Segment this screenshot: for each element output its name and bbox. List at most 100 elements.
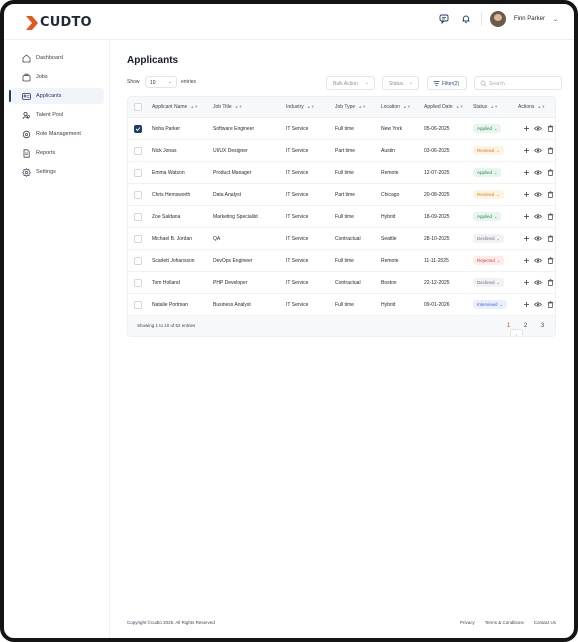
contact-link[interactable]: Contact Us (534, 620, 556, 625)
entries-select[interactable]: 10 ⌄ (145, 76, 177, 88)
status-badge[interactable]: Rejected ⌄ (473, 256, 505, 265)
status-filter-label: Status (389, 81, 404, 87)
trash-icon[interactable] (546, 257, 554, 265)
eye-icon[interactable] (534, 235, 542, 243)
eye-icon[interactable] (534, 169, 542, 177)
privacy-link[interactable]: Privacy (460, 620, 475, 625)
status-badge[interactable]: Declined ⌄ (473, 278, 504, 287)
terms-link[interactable]: Terms & Conditions (485, 620, 524, 625)
eye-icon[interactable] (534, 125, 542, 133)
status-badge[interactable]: Applied ⌄ (473, 168, 502, 177)
trash-icon[interactable] (546, 191, 554, 199)
eye-icon[interactable] (534, 301, 542, 309)
status-badge[interactable]: Applied ⌄ (473, 124, 502, 133)
user-name[interactable]: Finn Parker (514, 16, 545, 22)
sidebar-item-applicants[interactable]: Applicants (9, 88, 104, 104)
col-job-title[interactable]: Job Title ▲▼ (213, 97, 243, 117)
actions-cell (522, 228, 554, 249)
trash-icon[interactable] (546, 125, 554, 133)
status-badge[interactable]: Applied ⌄ (473, 212, 502, 221)
trash-icon[interactable] (546, 279, 554, 287)
trash-icon[interactable] (546, 169, 554, 177)
col-industry[interactable]: Industry ▲▼ (286, 97, 315, 117)
status-badge[interactable]: Interviewd ⌄ (473, 300, 507, 309)
add-icon[interactable] (522, 191, 530, 199)
sidebar-item-talent-pool[interactable]: Talent Pool (12, 107, 104, 123)
eye-icon[interactable] (534, 279, 542, 287)
row-checkbox[interactable] (134, 146, 142, 155)
row-checkbox[interactable] (134, 168, 142, 177)
eye-icon[interactable] (534, 147, 542, 155)
sidebar-item-settings[interactable]: Settings (12, 164, 104, 180)
row-checkbox[interactable] (134, 212, 142, 221)
table-row[interactable]: Chris Hemsworth Data Analyst IT Service Par… (128, 184, 555, 206)
col-job-type[interactable]: Job Type ▲▼ (335, 97, 366, 117)
column-label: Applied Date (424, 104, 453, 110)
search-input[interactable]: Search (474, 76, 562, 90)
sidebar-item-role-management[interactable]: Role Management (12, 126, 104, 142)
status-cell: Interviewd ⌄ (473, 294, 507, 315)
eye-icon[interactable] (534, 213, 542, 221)
add-icon[interactable] (522, 301, 530, 309)
eye-icon[interactable] (534, 191, 542, 199)
applicant-name-cell: Chris Hemsworth (152, 191, 191, 198)
job-type-cell: Contractual (335, 279, 361, 286)
table-row[interactable]: Michael B. Jordan QA IT Service Contractual… (128, 228, 555, 250)
table-row[interactable]: Zoe Saldana Marketing Specialist IT Servic… (128, 206, 555, 228)
table-row[interactable]: Tom Holland PHP Developer IT Service Contra… (128, 272, 555, 294)
table-row[interactable]: Scarlett Johansson DevOps Engineer IT Serv… (128, 250, 555, 272)
row-checkbox[interactable] (134, 256, 142, 265)
trash-icon[interactable] (546, 213, 554, 221)
col-applicant-name[interactable]: Applicant Name ▲▼ (152, 97, 198, 117)
table-row[interactable]: Emma Watson Product Manager IT Service Full… (128, 162, 555, 184)
status-filter-select[interactable]: Status ⌄ (382, 76, 419, 90)
row-checkbox[interactable] (134, 278, 142, 287)
industry-cell: IT Service (286, 147, 309, 154)
col-location[interactable]: Location ▲▼ (381, 97, 411, 117)
chevron-down-icon[interactable]: ⌄ (553, 16, 558, 23)
brand-logo[interactable]: CUDTO (26, 15, 92, 30)
row-checkbox[interactable] (134, 300, 142, 309)
col-status[interactable]: Status ▲▼ (473, 97, 498, 117)
col-actions[interactable]: Actions ▲▼ (518, 97, 545, 117)
actions-cell (522, 162, 554, 183)
table-row[interactable]: Nick Jonas UI/UX Designer IT Service Part t… (128, 140, 555, 162)
sidebar-item-jobs[interactable]: Jobs (12, 69, 104, 85)
page-3-button[interactable]: 3 (536, 319, 549, 332)
chevron-right-icon[interactable]: › (510, 329, 523, 336)
trash-icon[interactable] (546, 235, 554, 243)
avatar[interactable] (489, 11, 506, 27)
add-icon[interactable] (522, 279, 530, 287)
row-checkbox[interactable] (134, 124, 142, 133)
table-row[interactable]: Noha Parker Software Engineer IT Service Fu… (128, 118, 555, 140)
add-icon[interactable] (522, 169, 530, 177)
add-icon[interactable] (522, 257, 530, 265)
col-applied-date[interactable]: Applied Date ▲▼ (424, 97, 464, 117)
add-icon[interactable] (522, 213, 530, 221)
sidebar-item-dashboard[interactable]: Dashboard (12, 50, 104, 66)
industry-cell: IT Service (286, 213, 309, 220)
bulk-action-select[interactable]: Bulk Action ⌄ (326, 76, 375, 90)
trash-icon[interactable] (546, 301, 554, 309)
status-badge[interactable]: Reviewd ⌄ (473, 190, 504, 199)
actions-cell (522, 250, 554, 271)
applied-date-cell: 28-10-2025 (424, 235, 450, 242)
select-all-checkbox[interactable] (134, 103, 142, 111)
filter-button[interactable]: Filter(2) (427, 76, 467, 90)
status-badge[interactable]: Reviewd ⌄ (473, 146, 504, 155)
add-icon[interactable] (522, 235, 530, 243)
row-checkbox[interactable] (134, 234, 142, 243)
bell-icon[interactable] (459, 12, 473, 26)
eye-icon[interactable] (534, 257, 542, 265)
add-icon[interactable] (522, 147, 530, 155)
trash-icon[interactable] (546, 147, 554, 155)
table-controls: Show 10 ⌄ entries Bulk Action ⌄ Status ⌄… (127, 76, 562, 90)
dashboard-icon (22, 53, 31, 63)
add-icon[interactable] (522, 125, 530, 133)
applied-date-cell: 11-11-2025 (424, 257, 449, 264)
table-row[interactable]: Natalie Portman Business Analyst IT Servic… (128, 294, 555, 316)
sidebar-item-reports[interactable]: Reports (12, 145, 104, 161)
chat-icon[interactable] (437, 12, 451, 26)
row-checkbox[interactable] (134, 190, 142, 199)
status-badge[interactable]: Declined ⌄ (473, 234, 504, 243)
